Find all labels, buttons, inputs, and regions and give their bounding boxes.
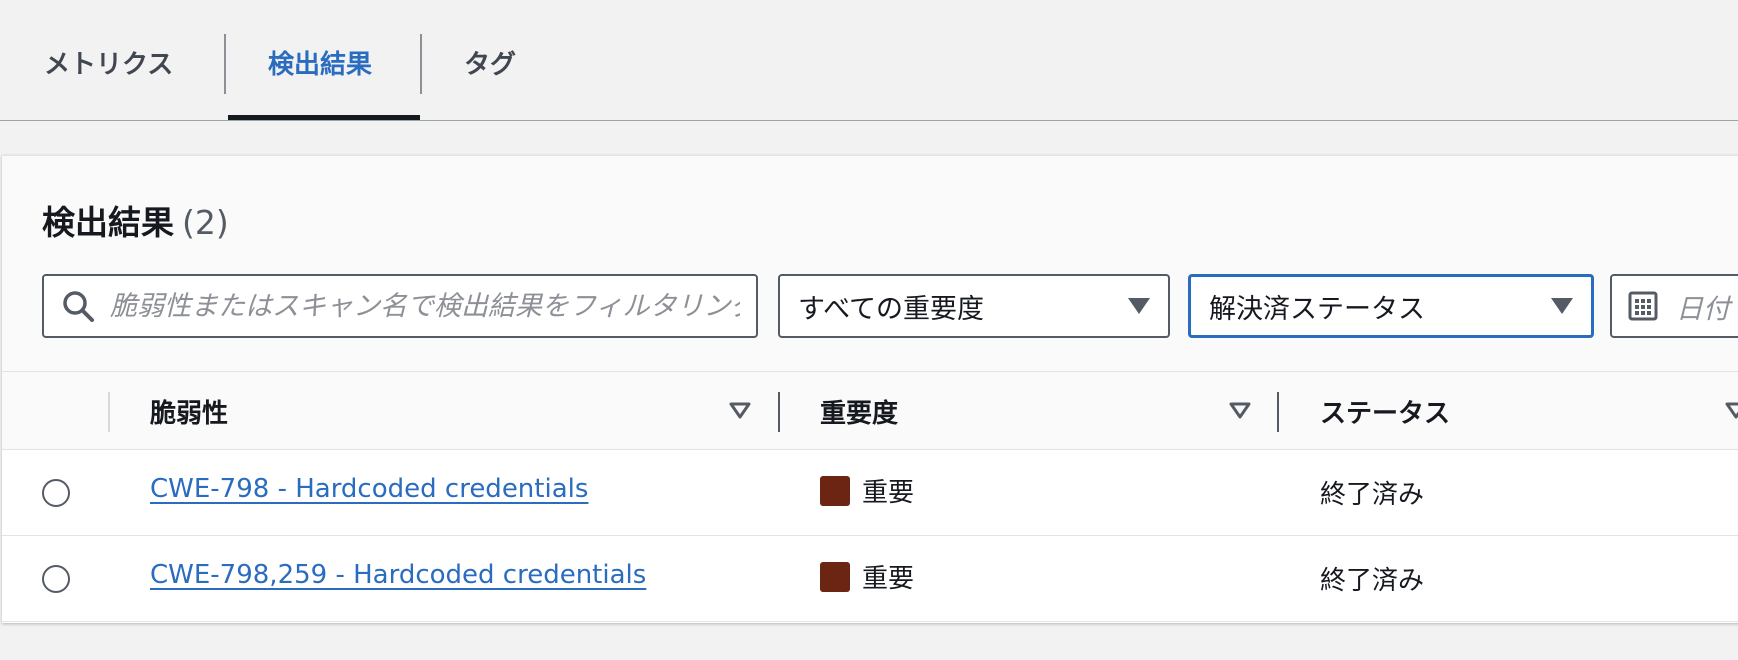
column-separator[interactable] bbox=[1277, 392, 1279, 432]
row-select-radio[interactable] bbox=[42, 565, 70, 593]
active-tab-indicator bbox=[228, 115, 420, 120]
status-select[interactable]: 解決済ステータス bbox=[1188, 274, 1594, 338]
table-header: 脆弱性 重要度 ステータス bbox=[2, 372, 1738, 450]
sort-icon[interactable] bbox=[1724, 401, 1738, 421]
caret-down-icon bbox=[1551, 298, 1573, 314]
row-select-radio[interactable] bbox=[42, 479, 70, 507]
severity-select-value: すべての重要度 bbox=[798, 293, 985, 325]
vulnerability-link[interactable]: CWE-798 - Hardcoded credentials bbox=[150, 474, 588, 504]
panel-title-text: 検出結果 bbox=[42, 203, 174, 242]
tab-tags[interactable]: タグ bbox=[464, 34, 516, 121]
column-header-severity[interactable]: 重要度 bbox=[820, 372, 898, 450]
tab-separator bbox=[224, 34, 226, 94]
column-header-vulnerability[interactable]: 脆弱性 bbox=[150, 372, 228, 450]
severity-label: 重要 bbox=[862, 564, 915, 594]
caret-down-icon bbox=[1128, 298, 1150, 314]
severity-critical-icon bbox=[820, 561, 850, 592]
sort-icon[interactable] bbox=[1228, 401, 1252, 421]
panel-title: 検出結果 (2) bbox=[42, 196, 229, 244]
status-cell: 終了済み bbox=[1320, 480, 1425, 510]
column-header-status[interactable]: ステータス bbox=[1320, 372, 1450, 450]
vulnerability-link[interactable]: CWE-798,259 - Hardcoded credentials bbox=[150, 560, 646, 590]
search-input[interactable] bbox=[110, 290, 740, 322]
search-box[interactable] bbox=[42, 274, 758, 338]
severity-cell: 重要 bbox=[820, 558, 914, 595]
findings-count: (2) bbox=[182, 203, 229, 242]
findings-panel: 検出結果(2) すべての重要度 解決済ステータス bbox=[2, 155, 1738, 623]
tab-bar: メトリクス 検出結果 タグ bbox=[0, 0, 1738, 121]
date-filter-placeholder: 日付 bbox=[1676, 293, 1730, 325]
date-filter[interactable]: 日付 bbox=[1610, 274, 1738, 338]
tab-findings[interactable]: 検出結果 bbox=[268, 34, 372, 121]
table-row: CWE-798,259 - Hardcoded credentials 重要 終… bbox=[2, 536, 1738, 622]
tab-metrics[interactable]: メトリクス bbox=[44, 34, 173, 121]
status-select-value: 解決済ステータス bbox=[1209, 293, 1425, 325]
calendar-icon bbox=[1628, 291, 1658, 321]
search-icon bbox=[63, 291, 94, 322]
panel-header: 検出結果(2) すべての重要度 解決済ステータス bbox=[2, 156, 1738, 372]
severity-critical-icon bbox=[820, 475, 850, 506]
severity-select[interactable]: すべての重要度 bbox=[778, 274, 1170, 338]
tab-separator bbox=[420, 34, 422, 94]
column-separator bbox=[108, 392, 110, 432]
page: メトリクス 検出結果 タグ 検出結果(2) すべての重要度 bbox=[0, 0, 1738, 660]
severity-label: 重要 bbox=[862, 478, 915, 508]
status-cell: 終了済み bbox=[1320, 566, 1425, 596]
table-row: CWE-798 - Hardcoded credentials 重要 終了済み bbox=[2, 450, 1738, 536]
column-separator[interactable] bbox=[778, 392, 780, 432]
sort-icon[interactable] bbox=[728, 401, 752, 421]
severity-cell: 重要 bbox=[820, 472, 914, 509]
